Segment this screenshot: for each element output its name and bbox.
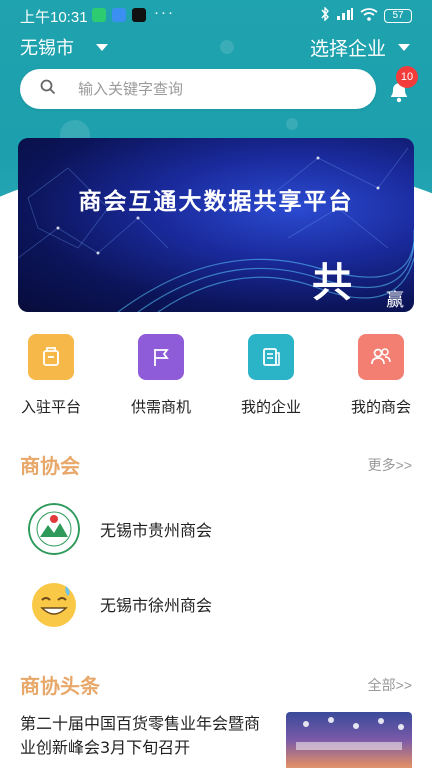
app-notification-icon <box>92 8 106 22</box>
all-link[interactable]: 全部>> <box>368 675 412 695</box>
quick-entry-join-platform[interactable]: 入驻平台 <box>6 334 96 417</box>
list-item[interactable]: 无锡市徐州商会 <box>28 578 212 630</box>
headlines-section-header: 商协头条 全部>> <box>20 670 412 699</box>
status-bar: 上午10:31 ··· 57 <box>0 0 432 30</box>
chevron-down-icon <box>398 44 410 51</box>
org-name: 无锡市徐州商会 <box>100 596 213 615</box>
org-name: 无锡市贵州商会 <box>100 521 213 540</box>
flag-icon <box>138 334 184 380</box>
section-title: 商协头条 <box>20 674 100 698</box>
quick-entry-label: 我的商会 <box>350 398 411 416</box>
signal-icon <box>336 8 354 23</box>
quick-entry-supply-demand[interactable]: 供需商机 <box>116 334 206 417</box>
quick-entry-my-company[interactable]: 我的企业 <box>226 334 316 417</box>
company-selector[interactable]: 选择企业 <box>310 34 410 61</box>
chevron-down-icon <box>96 43 108 51</box>
guizhou-chamber-logo <box>28 503 80 555</box>
search-input[interactable] <box>78 80 338 98</box>
tiktok-icon <box>132 8 146 22</box>
banner-network-graphic <box>18 147 414 312</box>
battery-indicator: 57 <box>384 8 412 23</box>
document-icon <box>248 334 294 380</box>
list-item[interactable]: 无锡市贵州商会 <box>28 503 212 555</box>
section-title: 商协会 <box>20 454 80 478</box>
news-title[interactable]: 第二十届中国百货零售业年会暨商业创新峰会3月下旬召开 <box>20 712 270 760</box>
news-thumbnail[interactable] <box>286 712 412 768</box>
quick-entry-my-chamber[interactable]: 我的商会 <box>336 334 426 417</box>
chamber-section-header: 商协会 更多>> <box>20 450 412 479</box>
more-link[interactable]: 更多>> <box>368 455 412 475</box>
banner-calligraphy-small: 赢 <box>386 290 404 311</box>
smiling-face-logo <box>28 578 80 630</box>
quick-entry-label: 供需商机 <box>130 398 191 416</box>
search-icon <box>40 79 56 99</box>
city-label: 无锡市 <box>20 38 74 59</box>
banner-calligraphy: 共 <box>312 259 352 306</box>
company-select-label: 选择企业 <box>309 38 386 60</box>
building-icon <box>28 334 74 380</box>
app-notification-icon <box>112 8 126 22</box>
search-bar[interactable] <box>20 69 376 109</box>
quick-entry-label: 入驻平台 <box>20 398 81 416</box>
promo-banner[interactable]: 商会互通大数据共享平台 共 赢 <box>18 138 414 312</box>
notification-badge: 10 <box>396 66 418 88</box>
bluetooth-icon <box>320 6 330 24</box>
more-notifications-icon: ··· <box>154 4 175 21</box>
status-time: 上午10:31 <box>20 9 88 26</box>
quick-entry-grid: 入驻平台 供需商机 我的企业 我的商会 <box>0 334 432 424</box>
wifi-icon <box>360 7 378 24</box>
users-icon <box>358 334 404 380</box>
city-selector[interactable]: 无锡市 <box>20 34 108 60</box>
quick-entry-label: 我的企业 <box>240 398 301 416</box>
banner-title: 商会互通大数据共享平台 <box>78 189 354 215</box>
